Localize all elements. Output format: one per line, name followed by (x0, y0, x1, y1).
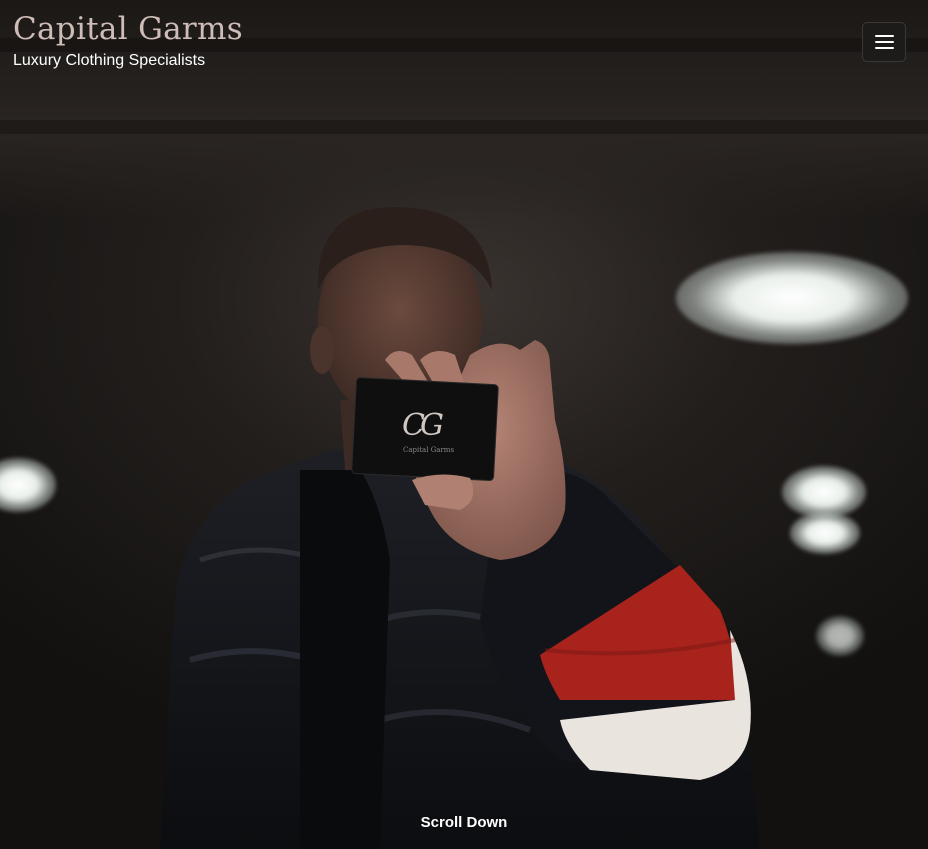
scroll-down-link[interactable]: Scroll Down (0, 814, 928, 831)
brand: Capital Garms Luxury Clothing Specialist… (13, 10, 243, 71)
hero-section: CG Capital Garms Capital Garms Luxury Cl… (0, 0, 928, 849)
brand-tagline: Luxury Clothing Specialists (13, 52, 206, 69)
hamburger-menu-icon (874, 35, 894, 49)
card-brand-text: Capital Garms (403, 446, 455, 454)
card-monogram: CG (402, 408, 444, 443)
menu-toggle-button[interactable] (862, 22, 906, 62)
brand-title[interactable]: Capital Garms (13, 10, 243, 48)
hero-photo-person (160, 206, 760, 849)
